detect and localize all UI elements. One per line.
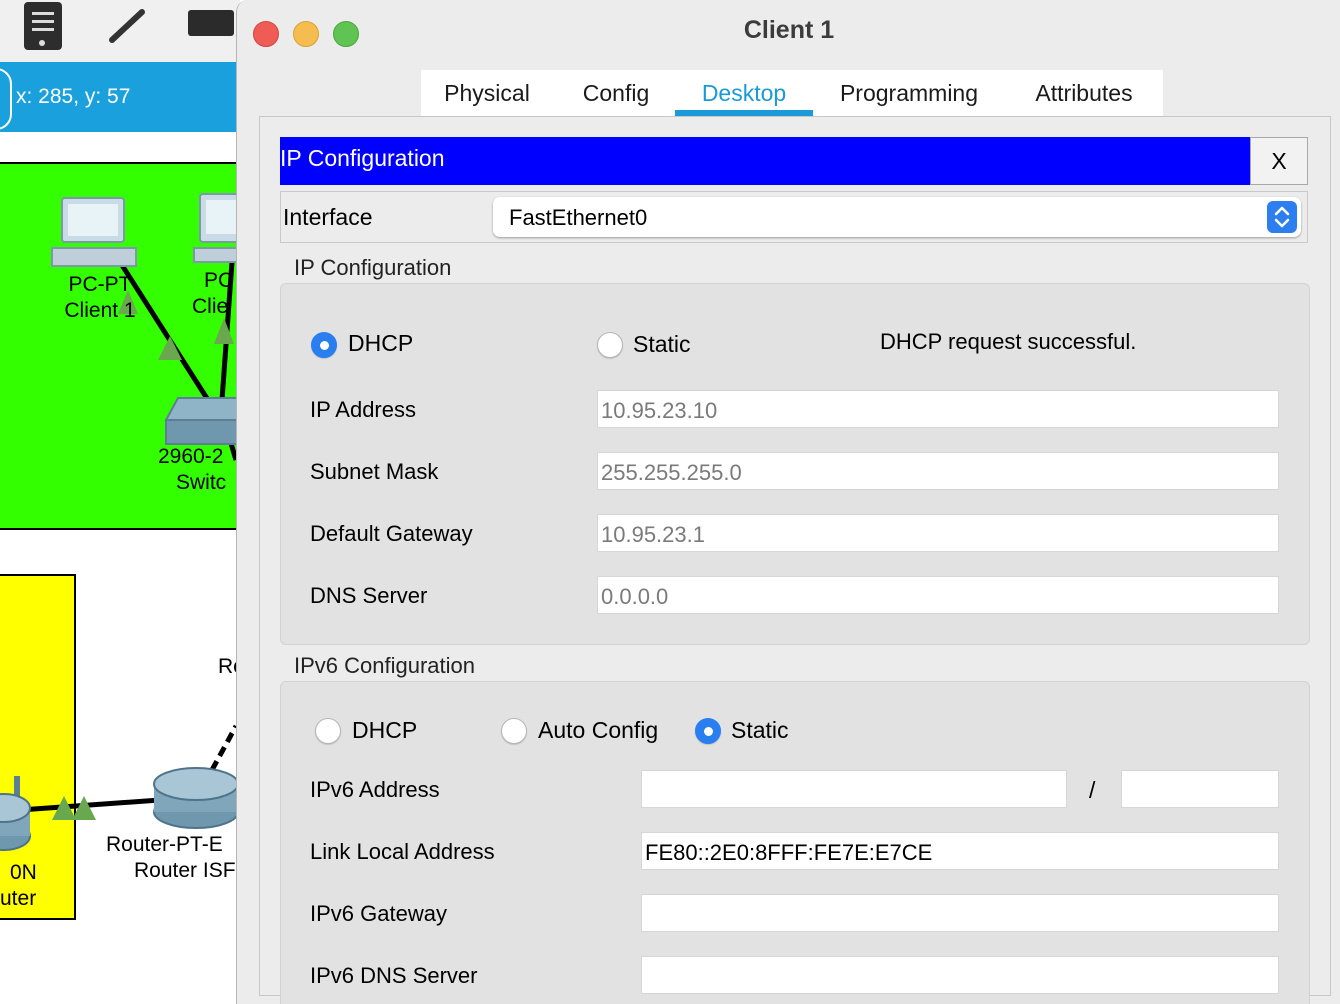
window-title: Client 1 [743,16,835,44]
ipv6-dns-server-label: IPv6 DNS Server [310,963,478,988]
ipv4-dhcp-radio[interactable] [311,332,337,358]
ipv6-gateway-field[interactable] [641,894,1279,932]
ipv6-dhcp-radio[interactable] [315,718,341,744]
interface-label: Interface [283,204,373,230]
client1-window: Client 1 Physical Config Desktop Program… [236,0,1340,1004]
tab-bar: Physical Config Desktop Programming Attr… [421,70,1163,116]
subnet-mask-value: 255.255.255.0 [601,460,742,485]
dhcp-status-text: DHCP request successful. [880,329,1137,354]
pc2-label: PC Clie [192,268,233,320]
ip-address-field[interactable]: 10.95.23.10 [597,390,1279,428]
tab-programming[interactable]: Programming [813,70,1005,116]
interface-select[interactable]: FastEthernet0 [493,197,1301,237]
router-isp-icon [153,767,239,829]
ipv6-gateway-label: IPv6 Gateway [310,901,447,926]
pc2-name-label: Clie [192,295,229,318]
workspace-canvas[interactable]: x: 285, y: 57 PC-PT Client 1 PC Clie 296… [0,0,240,1004]
left-router-name-label: uter [0,887,37,910]
router-isp-label: Router-PT-E Router ISF [106,832,236,884]
window-titlebar[interactable]: Client 1 [237,0,1340,62]
link-status-icon [158,336,182,360]
left-router-type-label: 0N [10,861,37,884]
pc1-name-label: Client 1 [64,299,136,322]
pc-client1-icon [51,197,137,267]
ipv4-static-label[interactable]: Static [633,331,691,358]
interface-row: Interface FastEthernet0 [280,191,1308,243]
switch-name-label: Switc [176,471,227,494]
ip-configuration-title: IP Configuration [280,145,445,171]
interface-selected-value: FastEthernet0 [509,205,648,230]
close-ip-config-button[interactable]: X [1250,137,1308,185]
link-local-address-value: FE80::2E0:8FFF:FE7E:E7CE [645,840,933,865]
subnet-mask-label: Subnet Mask [310,459,439,484]
link-local-address-field[interactable]: FE80::2E0:8FFF:FE7E:E7CE [641,832,1279,870]
ipv6-dhcp-label[interactable]: DHCP [352,717,417,744]
link-status-icon [214,318,234,344]
pc2-type-label: PC [204,269,234,292]
pc1-label: PC-PT Client 1 [52,272,148,324]
default-gateway-value: 10.95.23.1 [601,522,705,547]
ip-address-value: 10.95.23.10 [601,398,718,423]
dns-server-label: DNS Server [310,583,428,608]
router-isp-type-label: Router-PT-E [106,833,223,856]
left-router-label: 0N uter [0,860,37,912]
switch-icon [164,397,240,445]
subnet-mask-field[interactable]: 255.255.255.0 [597,452,1279,490]
pc-client2-icon [193,193,240,263]
switch-type-label: 2960-2 [158,445,224,468]
ipv6-static-label[interactable]: Static [731,717,789,744]
pc1-type-label: PC-PT [68,273,132,296]
ipv6-dns-server-field[interactable] [641,956,1279,994]
ipv6-address-label: IPv6 Address [310,777,440,802]
ipv4-group: DHCP Static DHCP request successful. IP … [280,283,1310,645]
tab-physical[interactable]: Physical [421,70,553,116]
ipv4-section-title: IP Configuration [294,255,452,280]
ipv6-section-title: IPv6 Configuration [294,653,475,678]
up-down-chevron-icon[interactable] [1267,201,1297,233]
tab-config[interactable]: Config [553,70,679,116]
ip-configuration-header: IP Configuration [280,137,1250,185]
ipv6-group: DHCP Auto Config Static IPv6 Address / L… [280,681,1310,1004]
ipv6-auto-config-radio[interactable] [501,718,527,744]
link-local-address-label: Link Local Address [310,839,495,864]
ipv4-dhcp-label[interactable]: DHCP [348,330,413,357]
default-gateway-field[interactable]: 10.95.23.1 [597,514,1279,552]
dns-server-field[interactable]: 0.0.0.0 [597,576,1279,614]
ipv6-prefix-length-field[interactable] [1121,770,1279,808]
switch-label: 2960-2 Switc [158,444,226,496]
desktop-content: IP Configuration X Interface FastEtherne… [259,116,1331,1004]
ipv6-auto-config-label[interactable]: Auto Config [538,717,658,744]
ipv6-static-radio[interactable] [695,718,721,744]
prefix-separator: / [1089,777,1096,803]
ipv4-static-radio[interactable] [597,332,623,358]
default-gateway-label: Default Gateway [310,521,473,546]
dns-server-value: 0.0.0.0 [601,584,669,609]
router-isp-name-label: Router ISF [134,859,236,882]
tab-attributes[interactable]: Attributes [1005,70,1163,116]
ipv6-address-field[interactable] [641,770,1067,808]
ip-address-label: IP Address [310,397,416,422]
router-left-icon [0,776,31,851]
tab-desktop[interactable]: Desktop [675,70,813,116]
